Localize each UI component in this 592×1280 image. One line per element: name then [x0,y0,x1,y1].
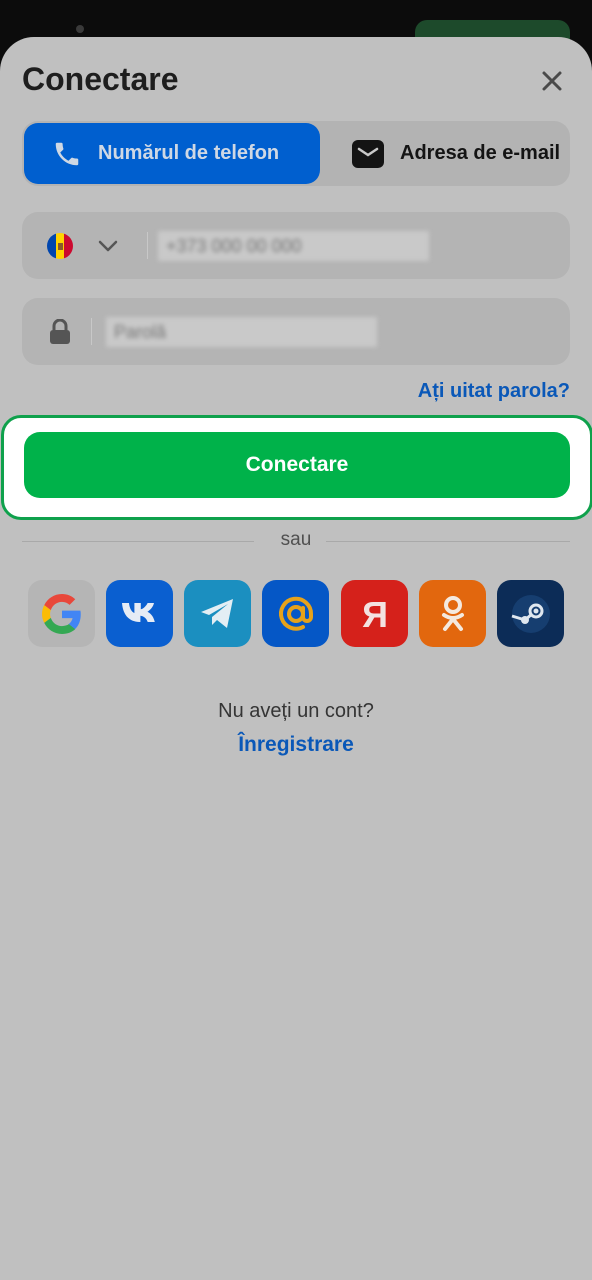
or-divider: sau [22,529,570,553]
steam-icon [511,594,550,633]
yandex-icon: Я [362,595,388,633]
yandex-login-button[interactable]: Я [341,580,408,647]
tab-phone-label: Numărul de telefon [98,142,280,164]
signup-prompt: Nu aveți un cont? [218,700,374,722]
phone-field [22,212,570,279]
tab-email[interactable]: Adresa de e-mail [328,123,572,184]
tab-email-label: Adresa de e-mail [400,142,561,164]
mail-icon [352,139,384,168]
steam-login-button[interactable] [497,580,564,647]
divider-line [326,541,570,542]
moldova-flag-icon[interactable] [47,233,73,259]
camera-dot [76,25,84,33]
status-bar [0,0,592,50]
field-divider [91,318,92,345]
mailru-at-icon [278,596,313,631]
or-label: sau [280,529,312,550]
telegram-login-button[interactable] [184,580,251,647]
phone-icon [52,139,82,169]
odnoklassniki-icon [441,595,464,631]
google-login-button[interactable] [28,580,95,647]
field-divider [147,232,148,259]
tab-phone[interactable]: Numărul de telefon [24,123,320,184]
login-sheet: Conectare Numărul de telefon Adresa de e… [0,37,592,1280]
lock-icon [50,319,70,344]
password-input[interactable] [106,317,377,347]
vk-icon [121,602,155,622]
svg-text:Я: Я [362,595,388,633]
mailru-login-button[interactable] [262,580,329,647]
forgot-password-link[interactable]: Ați uitat parola? [418,380,570,403]
telegram-icon [200,598,233,628]
odnoklassniki-login-button[interactable] [419,580,486,647]
highlight-frame: Conectare [1,415,592,520]
connect-button[interactable]: Conectare [24,432,570,498]
social-login-row: Я [28,580,565,647]
signup-link[interactable]: Înregistrare [0,733,592,757]
close-button[interactable] [536,65,568,97]
vk-login-button[interactable] [106,580,173,647]
phone-input[interactable] [158,231,429,261]
close-icon [542,71,562,91]
login-method-tabs: Numărul de telefon Adresa de e-mail [22,121,570,186]
google-icon [41,593,81,634]
sheet-title: Conectare [22,61,179,97]
chevron-down-icon[interactable] [96,234,120,258]
password-field [22,298,570,365]
